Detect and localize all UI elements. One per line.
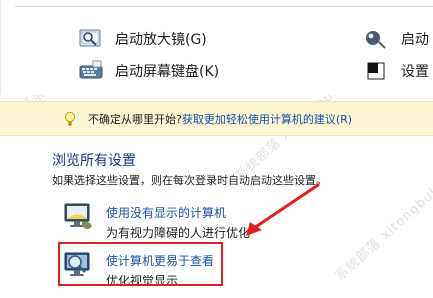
setting-item-use-without-display[interactable]: 使用没有显示的计算机 为有视力障碍的人进行优化 — [62, 200, 262, 240]
setup-high-contrast-label: 设置 — [401, 64, 429, 80]
tip-prefix: 不确定从哪里开始? — [88, 112, 182, 126]
setup-high-contrast-link[interactable]: 设置 — [367, 60, 429, 82]
start-narrator-link[interactable]: 启动 — [363, 28, 429, 50]
section-title: 浏览所有设置 — [52, 153, 136, 169]
quick-tools-panel: 启动放大镜(G) 启动 启动屏幕键盘(K) 设置 — [0, 0, 433, 95]
start-magnifier-link[interactable]: 启动放大镜(G) — [79, 28, 207, 50]
keyboard-icon — [79, 60, 103, 82]
highlight-box — [58, 242, 223, 286]
panel-divider — [15, 6, 433, 7]
setting-title-use-without-display[interactable]: 使用没有显示的计算机 — [106, 204, 226, 221]
start-magnifier-label: 启动放大镜(G) — [115, 32, 207, 48]
monitor-icon — [62, 200, 96, 234]
lightbulb-icon — [64, 111, 76, 127]
narrator-icon — [363, 28, 387, 50]
start-narrator-label: 启动 — [401, 32, 429, 48]
setting-subtitle-use-without-display: 为有视力障碍的人进行优化 — [106, 226, 251, 240]
watermark-text: 系统部落 xitongbuluo.com — [332, 149, 433, 285]
tip-bar: 不确定从哪里开始? 获取更加轻松使用计算机的建议(R) — [0, 101, 433, 136]
contrast-icon — [367, 60, 387, 82]
start-onscreen-keyboard-link[interactable]: 启动屏幕键盘(K) — [79, 60, 219, 82]
section-description: 如果选择这些设置，则在每次登录时自动启动这些设置。 — [52, 174, 327, 187]
magnifier-icon — [79, 28, 103, 50]
get-recommendations-link[interactable]: 获取更加轻松使用计算机的建议(R) — [182, 111, 352, 127]
start-onscreen-keyboard-label: 启动屏幕键盘(K) — [115, 64, 220, 80]
